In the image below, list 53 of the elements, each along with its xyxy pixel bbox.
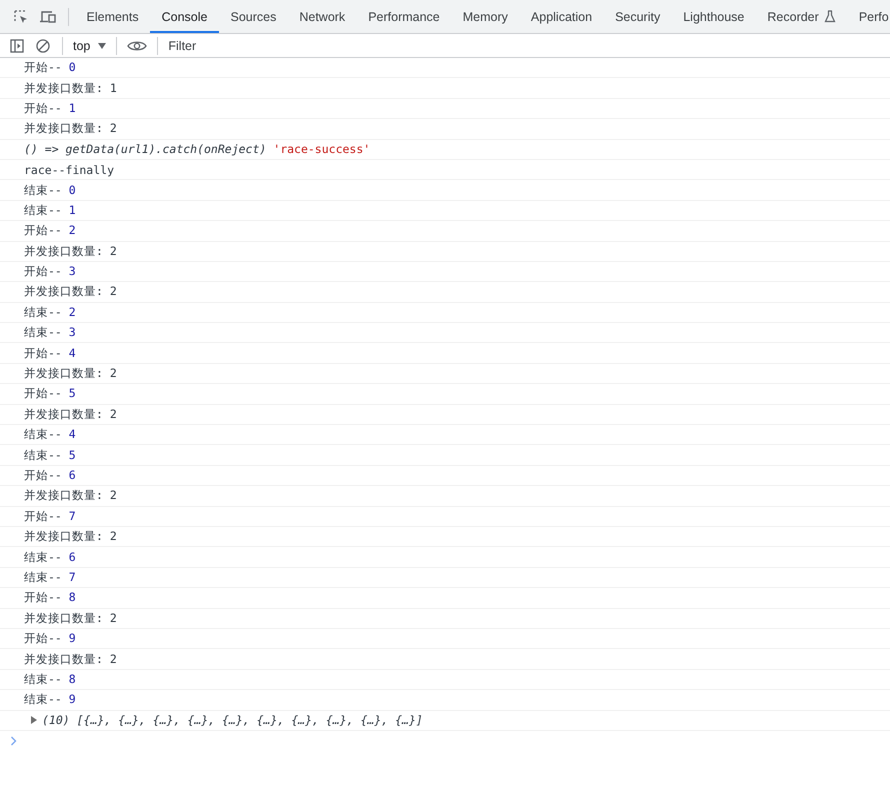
- panel-tab[interactable]: Elements: [75, 0, 150, 33]
- log-message: 开始-- 3: [24, 264, 76, 280]
- log-message: 并发接口数量: 2: [24, 284, 117, 300]
- panel-tab[interactable]: Lighthouse: [672, 0, 756, 33]
- log-message: 开始-- 6: [24, 468, 76, 483]
- log-message: 开始-- 0: [24, 60, 76, 76]
- log-message: 开始-- 7: [24, 508, 76, 524]
- log-message: 结束-- 1: [24, 202, 76, 218]
- log-message: 结束-- 7: [24, 570, 76, 585]
- log-message: 开始-- 2: [24, 223, 76, 238]
- panel-tab[interactable]: Network: [288, 0, 357, 33]
- panel-tab[interactable]: Memory: [451, 0, 520, 33]
- context-select[interactable]: top: [69, 38, 110, 52]
- inspect-icon[interactable]: [13, 8, 29, 24]
- log-message: 并发接口数量: 2: [24, 610, 117, 626]
- log-message: 开始-- 9: [24, 631, 76, 646]
- log-message: 结束-- 4: [24, 427, 76, 442]
- array-preview[interactable]: (10) [{…}, {…}, {…}, {…}, {…}, {…}, {…}, {…}, {…}, {…}]: [42, 713, 423, 728]
- log-message: 并发接口数量: 2: [24, 366, 117, 382]
- expand-arrow-icon[interactable]: [30, 716, 38, 724]
- log-message: 开始-- 8: [24, 590, 76, 606]
- log-message: 结束-- 6: [24, 550, 76, 565]
- log-message: race--finally: [24, 162, 114, 177]
- log-message: () => getData(url1).catch(onReject) 'race-success': [24, 142, 370, 156]
- log-message: 并发接口数量: 2: [24, 488, 117, 504]
- panel-tab[interactable]: Application: [519, 0, 604, 33]
- log-message: 开始-- 5: [24, 386, 76, 402]
- sidebar-icon[interactable]: [9, 38, 25, 54]
- log-message: 并发接口数量: 2: [24, 244, 117, 259]
- log-message: 并发接口数量: 2: [24, 121, 117, 136]
- log-message: 结束-- 2: [24, 304, 76, 320]
- log-message: 结束-- 8: [24, 672, 76, 687]
- log-message: 并发接口数量: 2: [24, 529, 117, 544]
- panel-tab[interactable]: Console: [150, 0, 219, 33]
- panel-tab[interactable]: Recorder: [756, 0, 848, 33]
- device-icon[interactable]: [39, 8, 57, 24]
- log-message: 并发接口数量: 2: [24, 652, 117, 667]
- log-message: 开始-- 4: [24, 346, 76, 361]
- log-message: 并发接口数量: 1: [24, 80, 117, 96]
- eye-icon[interactable]: [127, 38, 148, 52]
- log-message: 结束-- 5: [24, 448, 76, 463]
- log-message: 结束-- 3: [24, 325, 76, 340]
- panel-tab[interactable]: Performance: [356, 0, 452, 33]
- log-message: 并发接口数量: 2: [24, 406, 117, 422]
- clear-icon[interactable]: [35, 38, 51, 54]
- panel-tab[interactable]: Security: [604, 0, 672, 33]
- prompt-icon: [10, 736, 18, 746]
- panel-tab[interactable]: Sources: [218, 0, 288, 33]
- caret-icon: [98, 42, 106, 48]
- log-message: 开始-- 1: [24, 100, 76, 116]
- log-message: 结束-- 0: [24, 182, 76, 198]
- log-message: 结束-- 9: [24, 692, 76, 708]
- panel-tab[interactable]: Perfo: [847, 0, 890, 33]
